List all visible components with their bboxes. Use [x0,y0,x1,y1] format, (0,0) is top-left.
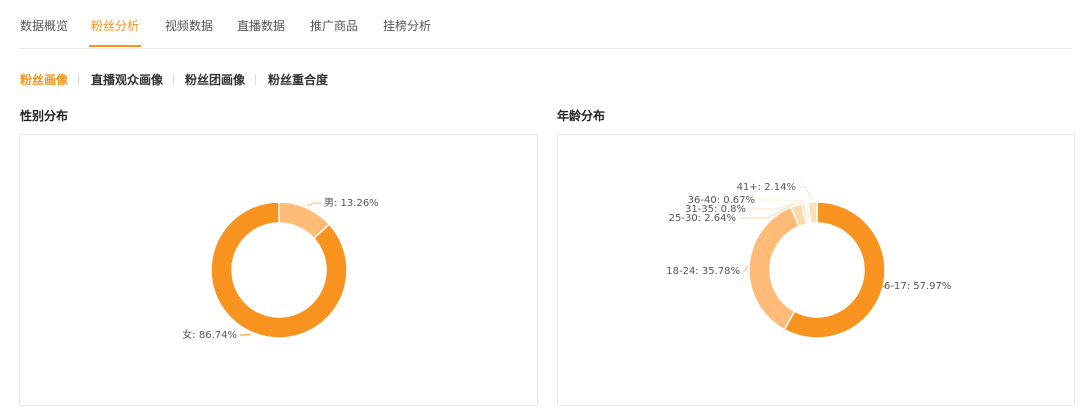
gender-donut-chart: 男: 13.26% 女: 86.74% [182,197,379,341]
subtab-divider [173,74,174,85]
age-donut-chart: 6-17: 57.97%18-24: 35.78%25-30: 2.64%31-… [666,182,951,339]
data-label-1-4: 36-40: 0.67% [688,195,755,206]
active-tab-underline [89,45,141,47]
tab-overview[interactable]: 数据概览 [20,17,68,34]
data-label-0-1: 女: 86.74% [182,328,237,341]
donut-slice-1-1[interactable] [748,206,800,331]
leader-line-1-4 [758,199,807,202]
leader-line-1-1 [743,266,748,272]
tab-live-data[interactable]: 直播数据 [237,17,285,34]
subtab-live-audience-portrait[interactable]: 直播观众画像 [91,71,163,88]
leader-line-1-5 [799,186,813,201]
data-label-1-0: 6-17: 57.97% [884,281,951,292]
data-label-0-0: 男: 13.26% [324,197,379,209]
tab-promoted-products[interactable]: 推广商品 [310,17,358,34]
tab-fans-analysis[interactable]: 粉丝分析 [91,17,139,34]
data-label-1-5: 41+: 2.14% [737,182,796,193]
subtab-divider [78,74,79,85]
age-chart-title: 年龄分布 [557,109,606,123]
age-chart-card: 6-17: 57.97% 18-24: 35.78% 25-30: 2.64% 31-… [557,134,1075,406]
gender-chart-card: 男: 13.26% 女: 86.74% [19,134,538,406]
subtab-divider [255,74,256,85]
tab-ranking-analysis[interactable]: 挂榜分析 [383,17,431,34]
tab-video-data[interactable]: 视频数据 [165,17,213,34]
leader-line-0-1 [240,333,251,336]
gender-chart-title: 性别分布 [20,109,69,123]
subtab-fan-club-portrait[interactable]: 粉丝团画像 [185,71,245,88]
leader-line-0-0 [307,202,321,207]
data-label-1-1: 18-24: 35.78% [666,266,740,277]
subtab-fan-portrait[interactable]: 粉丝画像 [20,71,68,88]
main-tabs: 数据概览 粉丝分析 视频数据 直播数据 推广商品 挂榜分析 [20,0,1072,49]
subtab-fan-overlap[interactable]: 粉丝重合度 [268,71,328,88]
